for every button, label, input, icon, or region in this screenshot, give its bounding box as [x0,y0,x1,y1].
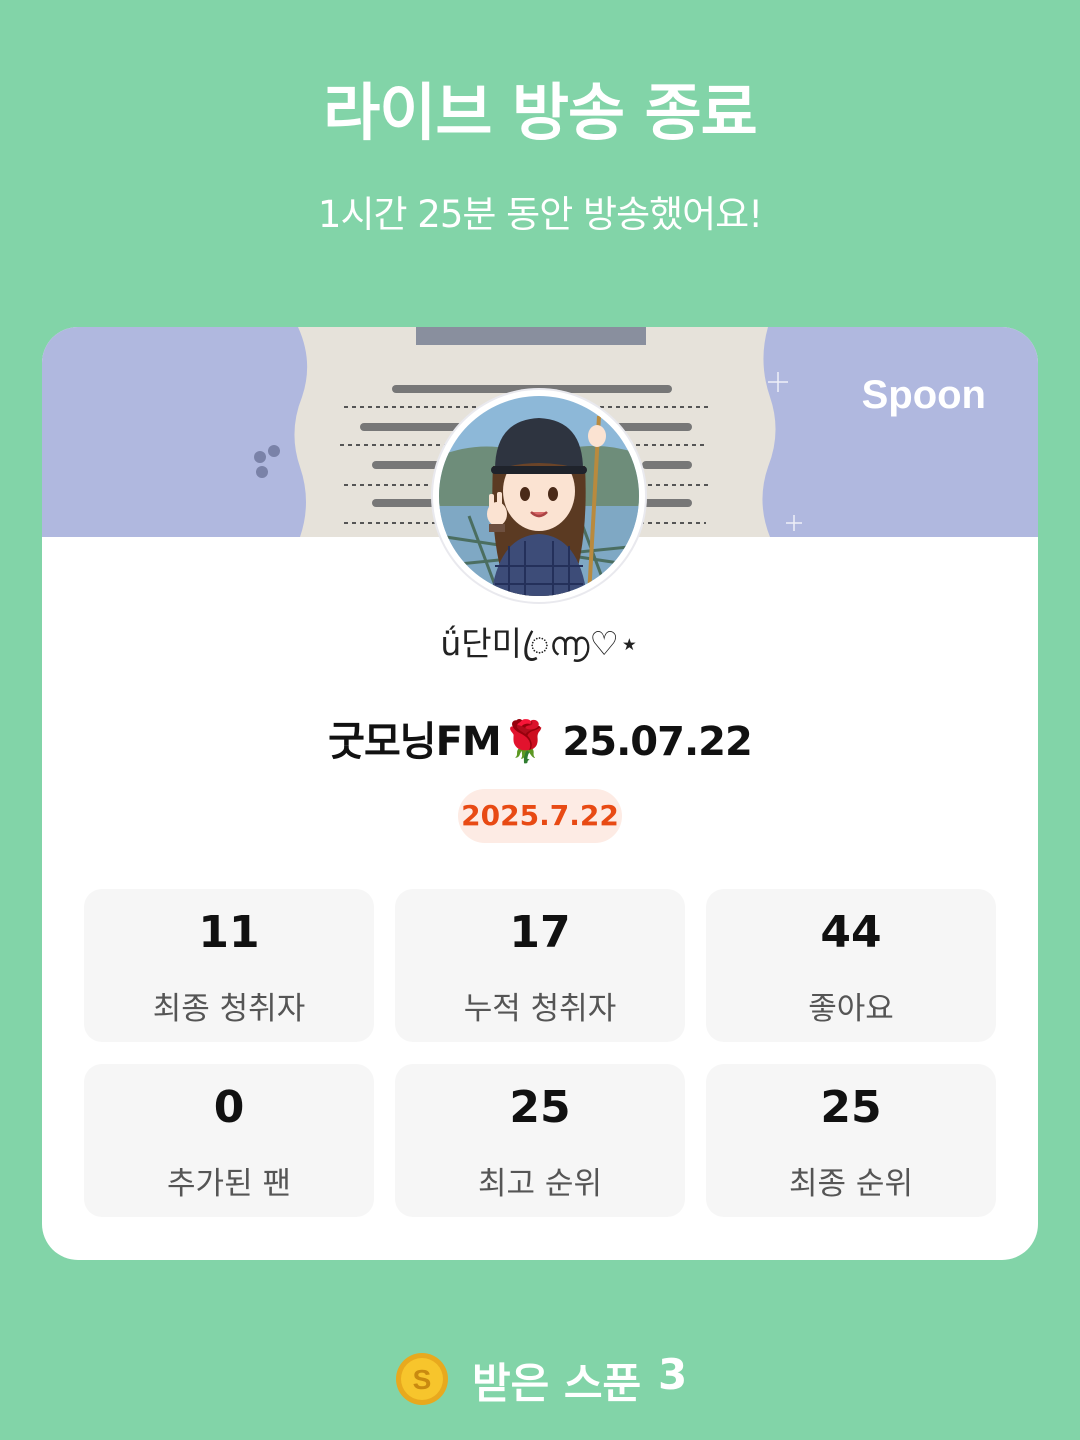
stat-final-rank: 25 최종 순위 [706,1064,996,1217]
stat-new-fans: 0 추가된 팬 [84,1064,374,1217]
spoon-coin-icon: S [395,1352,449,1406]
spoon-logo: Spoon [861,373,986,417]
avatar-image [439,396,639,596]
stat-label: 최고 순위 [478,1166,602,1202]
nickname: ǘ단미ꦿ൬♡⋆ [440,624,640,663]
svg-text:S: S [413,1364,432,1395]
received-spoon-label: 받은 스푼 [472,1359,642,1408]
received-spoon-count: 3 [658,1350,688,1399]
stat-final-listeners: 11 최종 청취자 [84,889,374,1042]
broadcast-summary-card: Spoon ǘ단미ꦿ൬♡⋆ 굿모닝FM🌹 25.07.22 2025.7.22 … [42,327,1038,1260]
broadcast-duration-text: 1시간 25분 동안 방송했어요! [317,193,763,236]
stat-total-listeners: 17 누적 청취자 [395,889,685,1042]
stat-value: 25 [509,1082,571,1133]
stat-value: 44 [820,907,882,958]
broadcast-title: 굿모닝FM🌹 25.07.22 [328,719,753,765]
stat-label: 누적 청취자 [463,991,617,1027]
stat-value: 25 [820,1082,882,1133]
stat-value: 0 [213,1082,245,1133]
stat-value: 11 [198,907,260,958]
date-badge: 2025.7.22 [458,789,622,843]
page-title: 라이브 방송 종료 [323,76,757,149]
stat-likes: 44 좋아요 [706,889,996,1042]
stat-label: 좋아요 [808,991,894,1027]
avatar[interactable] [433,390,645,602]
stat-value: 17 [509,907,571,958]
stat-label: 최종 청취자 [152,991,306,1027]
stat-label: 추가된 팬 [167,1166,291,1202]
stat-best-rank: 25 최고 순위 [395,1064,685,1217]
stat-label: 최종 순위 [789,1166,913,1202]
